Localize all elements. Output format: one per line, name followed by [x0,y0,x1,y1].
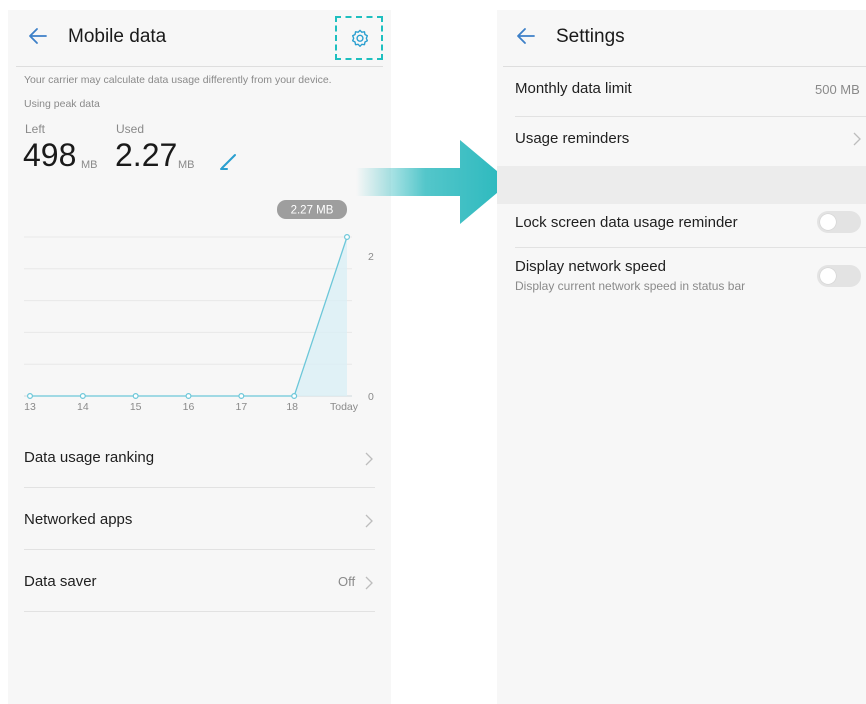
x-tick-label: 17 [235,401,247,413]
arrow-left-icon[interactable] [26,24,50,48]
list-item-label: Networked apps [24,511,133,528]
chevron-right-icon [365,452,373,466]
toggle-knob [820,268,836,284]
list-item-sublabel: Display current network speed in status … [515,279,746,293]
header: Settings [497,10,866,62]
usage-tooltip: 2.27 MB [277,200,347,219]
arrow-left-icon[interactable] [514,24,538,48]
list-item-label: Data saver [24,573,97,590]
x-tick-label: 16 [183,401,195,413]
y-tick-label: 0 [368,391,374,403]
lock-screen-reminder-toggle[interactable] [817,211,861,233]
x-tick-label: 18 [286,401,298,413]
settings-screen: Settings Monthly data limit 500 MB Usage… [497,10,866,704]
settings-button[interactable] [335,16,383,60]
header-divider [16,66,383,67]
mobile-data-screen: Mobile data Your carrier may calculate d… [8,10,391,704]
network-speed-toggle[interactable] [817,265,861,287]
data-saver-value: Off [338,574,356,589]
list-item-data-usage-ranking[interactable]: Data usage ranking [8,435,391,495]
used-value: 2.27 [115,137,178,173]
x-tick-label: 14 [77,401,89,413]
chevron-right-icon [853,132,861,146]
left-value: 498 [23,137,77,173]
header: Mobile data [8,10,391,62]
usage-line [30,236,348,397]
list-item-label: Display network speed [515,258,666,275]
list-item-label: Usage reminders [515,130,630,147]
divider [515,116,866,117]
data-point [291,393,298,400]
header-divider [503,66,866,67]
lock-screen-reminder-item[interactable]: Lock screen data usage reminder [497,204,866,248]
y-tick-label: 2 [368,251,374,263]
divider [515,247,866,248]
monthly-data-limit-item[interactable]: Monthly data limit 500 MB [497,70,866,118]
svg-text:2.27 MB: 2.27 MB [291,205,334,217]
usage-chart: 13 14 15 16 17 18 Today 2 0 2.27 MB [24,200,374,413]
toggle-knob [820,214,836,230]
data-point [344,233,351,240]
left-unit: MB [81,159,98,171]
section-separator [497,166,866,204]
used-unit: MB [178,159,195,171]
divider [24,549,375,550]
chevron-right-icon [365,576,373,590]
data-point [185,393,192,400]
chevron-right-icon [365,514,373,528]
usage-area [30,237,347,396]
divider [24,611,375,612]
monthly-limit-value: 500 MB [815,82,860,97]
list-item-label: Lock screen data usage reminder [515,214,738,231]
x-tick-label: 15 [130,401,142,413]
data-point [132,393,139,400]
list-item-label: Monthly data limit [515,80,632,97]
data-status: Using peak data [24,98,100,110]
page-title: Settings [556,26,625,47]
list-item-label: Data usage ranking [24,449,155,466]
divider [24,487,375,488]
list-item-data-saver[interactable]: Data saver Off [8,559,391,619]
gear-icon [351,29,369,48]
usage-reminders-item[interactable]: Usage reminders [497,120,866,166]
transition-arrow-icon [356,140,510,224]
list-item-networked-apps[interactable]: Networked apps [8,497,391,557]
display-network-speed-item[interactable]: Display network speed Display current ne… [497,250,866,302]
data-point [27,393,34,400]
carrier-notice: Your carrier may calculate data usage di… [24,74,332,86]
used-label: Used [116,122,145,136]
data-point [238,393,245,400]
pencil-icon[interactable] [218,150,240,172]
x-tick-label: 13 [24,401,36,413]
x-tick-label: Today [330,401,359,413]
page-title: Mobile data [68,26,167,47]
data-point [79,393,86,400]
left-label: Left [25,122,46,136]
